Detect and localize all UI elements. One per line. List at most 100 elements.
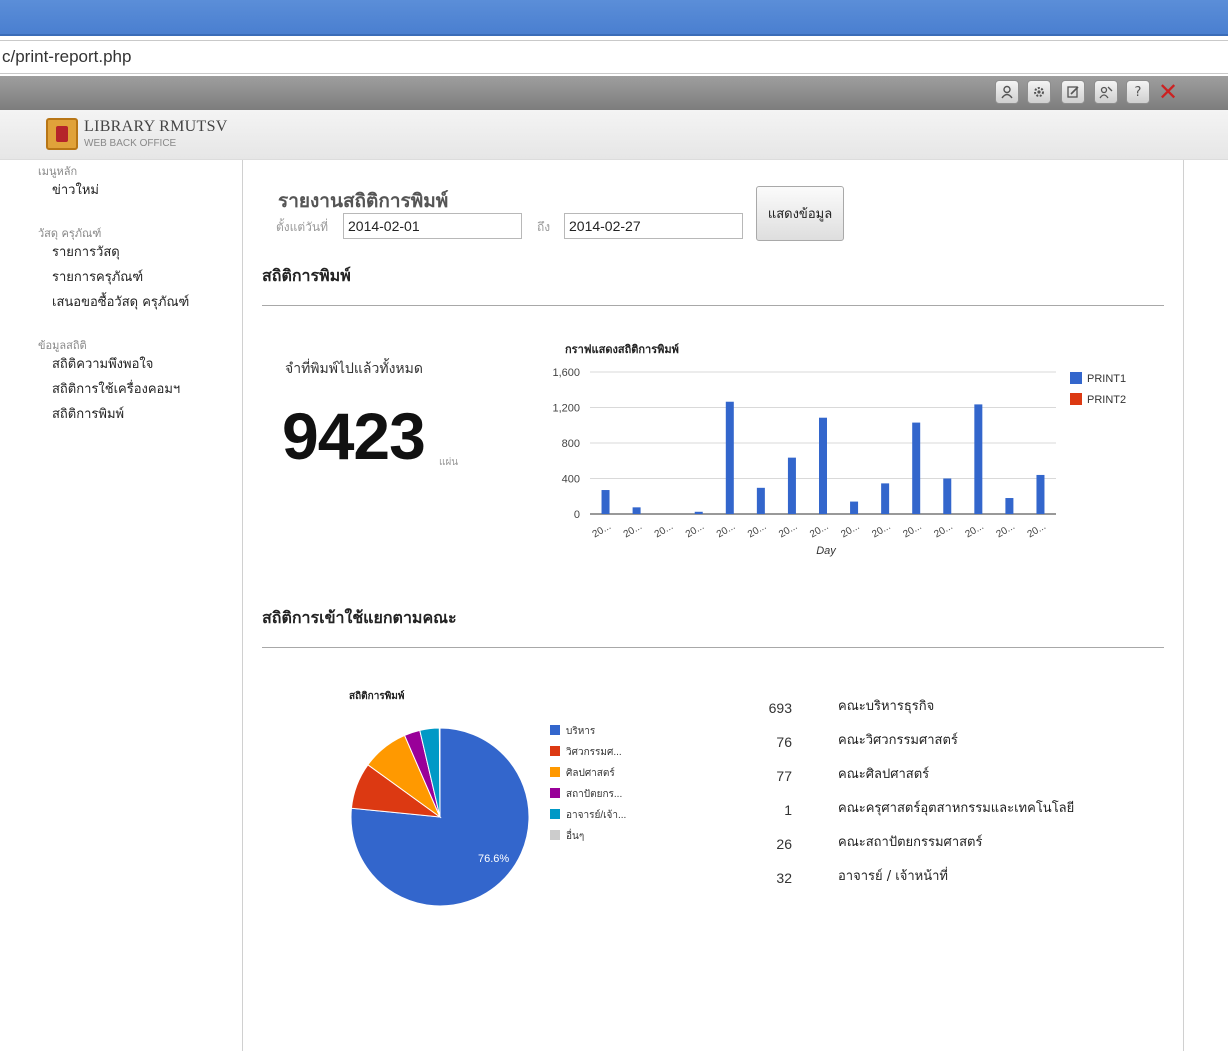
sidebar-item-satisfaction[interactable]: สถิติความพึงพอใจ [52,353,153,374]
legend-swatch [550,725,560,735]
sidebar: เมนูหลัก ข่าวใหม่ วัสดุ ครุภัณฑ์ รายการว… [0,160,242,1051]
bar-print1 [694,511,703,514]
faculty-name: อาจารย์ / เจ้าหน้าที่ [838,869,948,884]
faculty-count: 1 [784,802,792,818]
pie-slice [438,727,441,818]
legend-swatch [1070,372,1082,384]
bar-print1 [725,401,734,514]
sidebar-item-equipment-list[interactable]: รายการครุภัณฑ์ [52,266,143,287]
x-tick-label: 20... [901,521,923,540]
faculty-pie-chart: สถิติการพิมพ์ 76.6% บริหารวิศวกรรมศ... ศิลป… [349,690,626,907]
sidebar-item-purchase-request[interactable]: เสนอขอซื้อวัสดุ ครุภัณฑ์ [52,291,189,312]
bar-print1 [881,483,890,514]
x-tick-label: 20... [870,521,892,540]
faculty-name: คณะบริหารธุรกิจ [838,699,935,714]
y-tick-label: 800 [562,438,580,450]
sidebar-heading-materials: วัสดุ ครุภัณฑ์ [38,227,102,240]
y-tick-label: 400 [562,474,580,486]
faculty-count: 32 [776,870,792,886]
x-tick-label: 20... [715,521,737,540]
legend-label: อื่นๆ [566,828,584,842]
logo-header: LIBRARY RMUTSV WEB BACK OFFICE [0,110,1228,160]
legend-swatch [550,830,560,840]
from-date-input[interactable] [343,213,522,239]
legend-swatch [550,746,560,756]
slice-percent-label: 76.6% [478,853,509,865]
x-tick-label: 20... [591,521,613,540]
x-axis-label: Day [816,545,837,557]
edit-icon[interactable] [1061,80,1085,104]
x-tick-label: 20... [932,521,954,540]
print-bar-chart: กราฟแสดงสถิติการพิมพ์ 0 400 800 1,200 1,600 20… [552,343,1126,557]
faculty-name: คณะศิลปศาสตร์ [838,767,930,782]
legend-label: บริหาร [566,726,596,737]
bar-print1 [601,490,610,514]
bar-print1 [943,478,952,514]
logo-subtitle: WEB BACK OFFICE [84,138,177,149]
bar-print1 [1005,498,1014,514]
faculty-count: 76 [776,734,792,750]
total-prints-label: จำที่พิมพ์ไปแล้วทั้งหมด [285,361,423,377]
app-toolbar: ? ✕ [0,76,1228,110]
chart-title: กราฟแสดงสถิติการพิมพ์ [565,343,679,356]
total-prints-unit: แผ่น [439,457,459,468]
x-tick-label: 20... [839,521,861,540]
bar-print1 [632,507,641,514]
legend-swatch [550,788,560,798]
faculty-count: 26 [776,836,792,852]
legend-label: ศิลปศาสตร์ [566,767,615,779]
page-title: รายงานสถิติการพิมพ์ [278,190,449,212]
sidebar-item-computer-usage[interactable]: สถิติการใช้เครื่องคอมฯ [52,378,180,399]
x-tick-label: 20... [777,521,799,540]
y-tick-label: 0 [574,509,580,521]
faculty-count: 693 [768,700,792,716]
users-icon[interactable] [1094,80,1118,104]
bar-print1 [756,487,765,514]
sidebar-item-news[interactable]: ข่าวใหม่ [52,179,99,200]
user-icon[interactable] [995,80,1019,104]
legend-swatch [550,809,560,819]
show-data-button[interactable]: แสดงข้อมูล [756,186,844,241]
sidebar-item-material-list[interactable]: รายการวัสดุ [52,241,120,262]
faculty-stats-heading: สถิติการเข้าใช้แยกตามคณะ [262,608,457,627]
x-tick-label: 20... [808,521,830,540]
sidebar-heading-main: เมนูหลัก [38,165,78,178]
close-icon[interactable]: ✕ [1156,78,1180,106]
bar-print1 [819,417,827,514]
x-tick-label: 20... [653,521,675,540]
x-tick-label: 20... [995,521,1017,540]
to-date-input[interactable] [564,213,743,239]
divider [262,305,1164,306]
browser-title-bar [0,0,1228,36]
y-tick-label: 1,200 [552,403,580,415]
total-prints-value: 9423 [282,399,426,473]
to-date-label: ถึง [537,220,551,234]
bar-print1 [787,457,796,514]
y-tick-label: 1,600 [552,367,580,379]
help-icon[interactable]: ? [1126,80,1150,104]
faculty-count: 77 [776,768,792,784]
faculty-name: คณะสถาปัตยกรรมศาสตร์ [838,835,983,850]
legend-label: อาจารย์/เจ้า... [566,809,626,821]
legend-swatch [550,767,560,777]
content-left-border [242,160,243,1051]
from-date-label: ตั้งแต่วันที่ [276,220,329,234]
legend-label: สถาปัตยกร... [566,789,622,800]
bar-print1 [974,404,983,514]
x-tick-label: 20... [622,521,644,540]
legend-label: PRINT1 [1087,373,1126,385]
sidebar-item-print-stats[interactable]: สถิติการพิมพ์ [52,403,124,424]
content-right-border [1183,160,1184,1051]
bar-print1 [850,501,859,514]
x-tick-label: 20... [963,521,985,540]
legend-label: PRINT2 [1087,394,1126,406]
legend-swatch [1070,393,1082,405]
faculty-name: คณะครุศาสตร์อุตสาหกรรมและเทคโนโลยี [838,801,1075,816]
bar-print1 [912,422,921,514]
logo-title: LIBRARY RMUTSV [84,118,228,135]
divider [262,647,1164,648]
address-bar[interactable]: c/print-report.php [0,40,1228,74]
settings-icon[interactable] [1027,80,1051,104]
faculty-name: คณะวิศวกรรมศาสตร์ [838,733,958,748]
url-text[interactable]: c/print-report.php [2,47,131,67]
